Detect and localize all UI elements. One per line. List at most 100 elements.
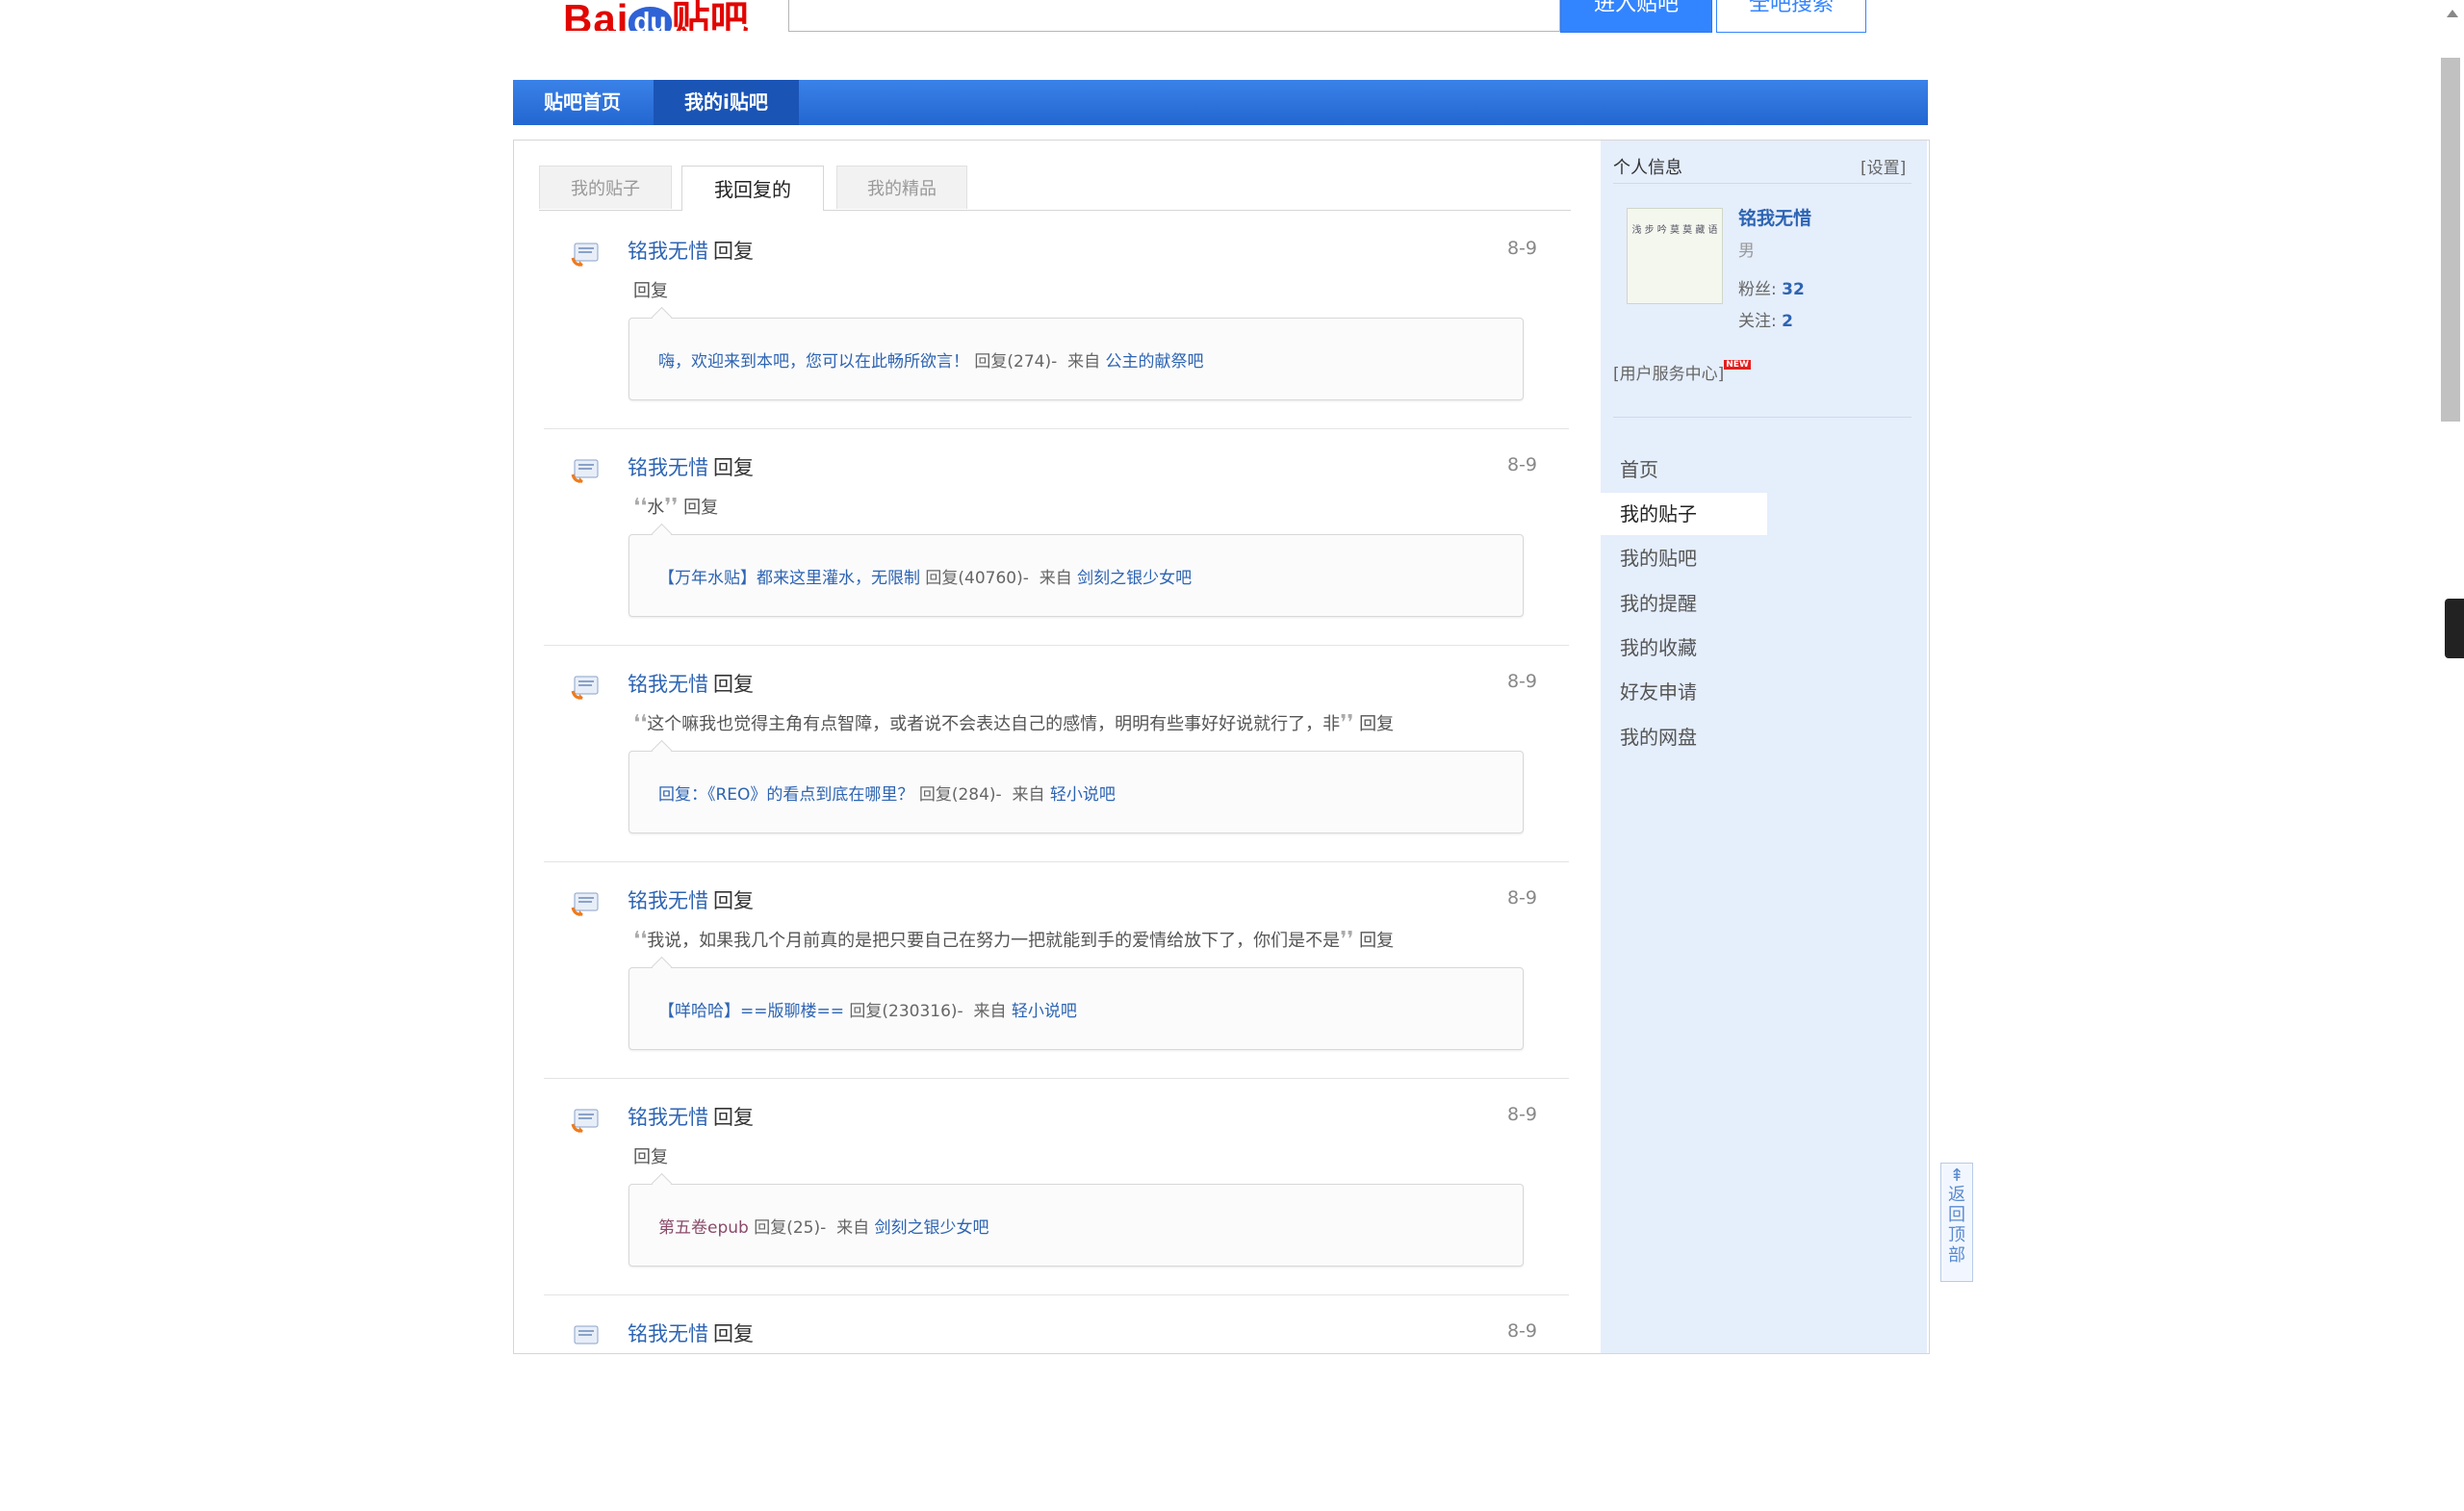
thread-info: 回复：《REO》的看点到底在哪里？ 回复(284)- 来自 轻小说吧 — [658, 781, 1116, 805]
thread-title[interactable]: 第五卷epub — [658, 1218, 749, 1238]
side-menu-my-bars[interactable]: 我的贴吧 — [1601, 537, 1767, 579]
thread-title[interactable]: 回复：《REO》的看点到底在哪里？ — [658, 785, 913, 805]
thread-source-label: 来自 — [1067, 352, 1101, 371]
reply-action: 回复 — [713, 456, 754, 479]
side-menu-my-reminders[interactable]: 我的提醒 — [1601, 582, 1767, 625]
thread-box: 回复：《REO》的看点到底在哪里？ 回复(284)- 来自 轻小说吧 — [629, 751, 1524, 833]
up-arrow-icon: ⇞ — [1949, 1165, 1964, 1186]
main-nav-bar: 贴吧首页 我的i贴吧 — [513, 80, 1928, 125]
thread-bar-link[interactable]: 轻小说吧 — [1012, 1002, 1077, 1021]
thread-title[interactable]: 【万年水贴】都来这里灌水，无限制 — [658, 569, 920, 588]
reply-author[interactable]: 铭我无惜 — [628, 1319, 708, 1347]
thread-bar-link[interactable]: 公主的献祭吧 — [1105, 352, 1203, 371]
divider — [1613, 183, 1912, 184]
reply-item: 铭我无惜 回复 8-9 回复 第五卷epub 回复(25)- 来自 剑刻之银少女… — [544, 1078, 1569, 1295]
open-quote-mark: ❛❛ — [633, 928, 648, 952]
logo-du-paw: du — [629, 7, 672, 31]
fans-label: 粉丝: — [1738, 280, 1777, 299]
logo-tieba-text: 贴吧 — [671, 0, 749, 31]
reply-date: 8-9 — [1506, 887, 1537, 909]
thread-info: 嗨，欢迎来到本吧，您可以在此畅所欲言！ 回复(274)- 来自 公主的献祭吧 — [658, 347, 1203, 371]
reply-author[interactable]: 铭我无惜 — [628, 885, 708, 914]
user-service-center[interactable]: [用户服务中心] NEW — [1613, 360, 1751, 384]
reply-author[interactable]: 铭我无惜 — [628, 452, 708, 481]
reply-author[interactable]: 铭我无惜 — [628, 1102, 708, 1131]
nav-my-itieba[interactable]: 我的i贴吧 — [654, 80, 799, 125]
reply-quote[interactable]: 回复 — [633, 277, 668, 302]
profile-section-title: 个人信息 — [1613, 158, 1682, 178]
side-menu-my-favorites[interactable]: 我的收藏 — [1601, 627, 1767, 669]
thread-title[interactable]: 【咩哈哈】==版聊楼== — [658, 1002, 844, 1021]
reply-icon — [571, 1109, 599, 1133]
thread-title[interactable]: 嗨，欢迎来到本吧，您可以在此畅所欲言！ — [658, 352, 969, 371]
thread-reply-count: 回复(284)- — [918, 785, 1002, 805]
search-input[interactable] — [788, 0, 1560, 32]
quote-text: 我说，如果我几个月前真的是把只要自己在努力一把就能到手的爱情给放下了，你们是不是 — [647, 931, 1341, 951]
reply-quote[interactable]: ❛❛水❜❜ 回复 — [633, 494, 718, 519]
thread-bar-link[interactable]: 轻小说吧 — [1050, 785, 1116, 805]
user-service-center-link[interactable]: [用户服务中心] — [1613, 365, 1724, 384]
quote-suffix: 回复 — [683, 498, 719, 518]
reply-quote[interactable]: 回复 — [633, 1143, 668, 1168]
reply-icon — [571, 459, 599, 483]
thread-bar-link[interactable]: 剑刻之银少女吧 — [874, 1218, 988, 1238]
reply-quote[interactable]: ❛❛这个嘛我也觉得主角有点智障，或者说不会表达自己的感情，明明有些事好好说就行了… — [633, 710, 1394, 735]
close-quote-mark: ❜❜ — [1340, 711, 1354, 735]
thread-reply-count: 回复(274)- — [974, 352, 1058, 371]
reply-quote[interactable]: ❛❛我说，如果我几个月前真的是把只要自己在努力一把就能到手的爱情给放下了，你们是… — [633, 927, 1394, 952]
avatar[interactable]: 浅 步 吟 莫 莫 藏 语 — [1627, 208, 1723, 304]
profile-username[interactable]: 铭我无惜 — [1738, 204, 1811, 230]
tab-my-featured[interactable]: 我的精品 — [836, 166, 967, 209]
scroll-up-arrow-icon[interactable] — [2447, 10, 2458, 17]
reply-item: 铭我无惜 回复 8-9 ❛❛水❜❜ 回复 【万年水贴】都来这里灌水，无限制 回复… — [544, 428, 1569, 646]
enter-tieba-button[interactable]: 进入贴吧 — [1560, 0, 1712, 33]
reply-item: 铭我无惜 回复 8-9 ❛❛我说，如果我几个月前真的是把只要自己在努力一把就能到… — [544, 861, 1569, 1079]
reply-date: 8-9 — [1506, 238, 1537, 259]
side-menu-my-posts[interactable]: 我的贴子 — [1601, 493, 1767, 535]
thread-info: 【咩哈哈】==版聊楼== 回复(230316)- 来自 轻小说吧 — [658, 997, 1077, 1021]
reply-action: 回复 — [713, 889, 754, 912]
thread-source-label: 来自 — [1012, 785, 1045, 805]
thread-reply-count: 回复(25)- — [754, 1218, 827, 1238]
quote-suffix: 回复 — [1359, 714, 1395, 734]
reply-icon — [574, 1325, 599, 1345]
reply-action: 回复 — [713, 1106, 754, 1129]
thread-box: 【万年水贴】都来这里灌水，无限制 回复(40760)- 来自 剑刻之银少女吧 — [629, 534, 1524, 617]
nav-tieba-home[interactable]: 贴吧首页 — [513, 80, 652, 125]
profile-gender: 男 — [1738, 242, 1755, 261]
side-drawer-handle[interactable] — [2445, 599, 2464, 658]
thread-info: 第五卷epub 回复(25)- 来自 剑刻之银少女吧 — [658, 1214, 988, 1238]
reply-action: 回复 — [713, 673, 754, 696]
divider — [1613, 417, 1912, 418]
scrollbar-thumb[interactable] — [2441, 58, 2460, 422]
tab-my-replies[interactable]: 我回复的 — [681, 166, 824, 211]
thread-box: 【咩哈哈】==版聊楼== 回复(230316)- 来自 轻小说吧 — [629, 967, 1524, 1050]
side-menu-my-netdisk[interactable]: 我的网盘 — [1601, 716, 1767, 758]
settings-link[interactable]: [设置] — [1861, 154, 1906, 178]
follow-count[interactable]: 2 — [1782, 312, 1793, 331]
reply-author[interactable]: 铭我无惜 — [628, 236, 708, 265]
reply-icon — [571, 892, 599, 916]
post-tabs: 我的贴子 我回复的 我的精品 — [539, 164, 1571, 211]
baidu-tieba-logo[interactable]: Bai du 贴吧 — [563, 0, 749, 31]
reply-date: 8-9 — [1506, 454, 1537, 475]
reply-icon — [571, 676, 599, 700]
search-all-button[interactable]: 全吧搜索 — [1716, 0, 1866, 33]
thread-source-label: 来自 — [1039, 569, 1072, 588]
back-to-top-label: 返回顶部 — [1948, 1185, 1965, 1266]
thread-source-label: 来自 — [973, 1002, 1007, 1021]
back-to-top-button[interactable]: ⇞ 返回顶部 — [1940, 1163, 1973, 1282]
thread-bar-link[interactable]: 剑刻之银少女吧 — [1077, 569, 1192, 588]
thread-reply-count: 回复(230316)- — [849, 1002, 963, 1021]
tab-my-posts[interactable]: 我的贴子 — [539, 166, 672, 209]
side-menu-friend-requests[interactable]: 好友申请 — [1601, 671, 1767, 713]
reply-item: 铭我无惜 回复 8-9 — [544, 1294, 1569, 1511]
fans-count[interactable]: 32 — [1782, 280, 1805, 299]
quote-text: 这个嘛我也觉得主角有点智障，或者说不会表达自己的感情，明明有些事好好说就行了，非 — [647, 714, 1341, 734]
reply-date: 8-9 — [1506, 671, 1537, 692]
thread-info: 【万年水贴】都来这里灌水，无限制 回复(40760)- 来自 剑刻之银少女吧 — [658, 564, 1192, 588]
reply-icon — [571, 243, 599, 267]
reply-action: 回复 — [713, 240, 754, 263]
reply-author[interactable]: 铭我无惜 — [628, 669, 708, 698]
side-menu-home[interactable]: 首页 — [1601, 448, 1767, 491]
